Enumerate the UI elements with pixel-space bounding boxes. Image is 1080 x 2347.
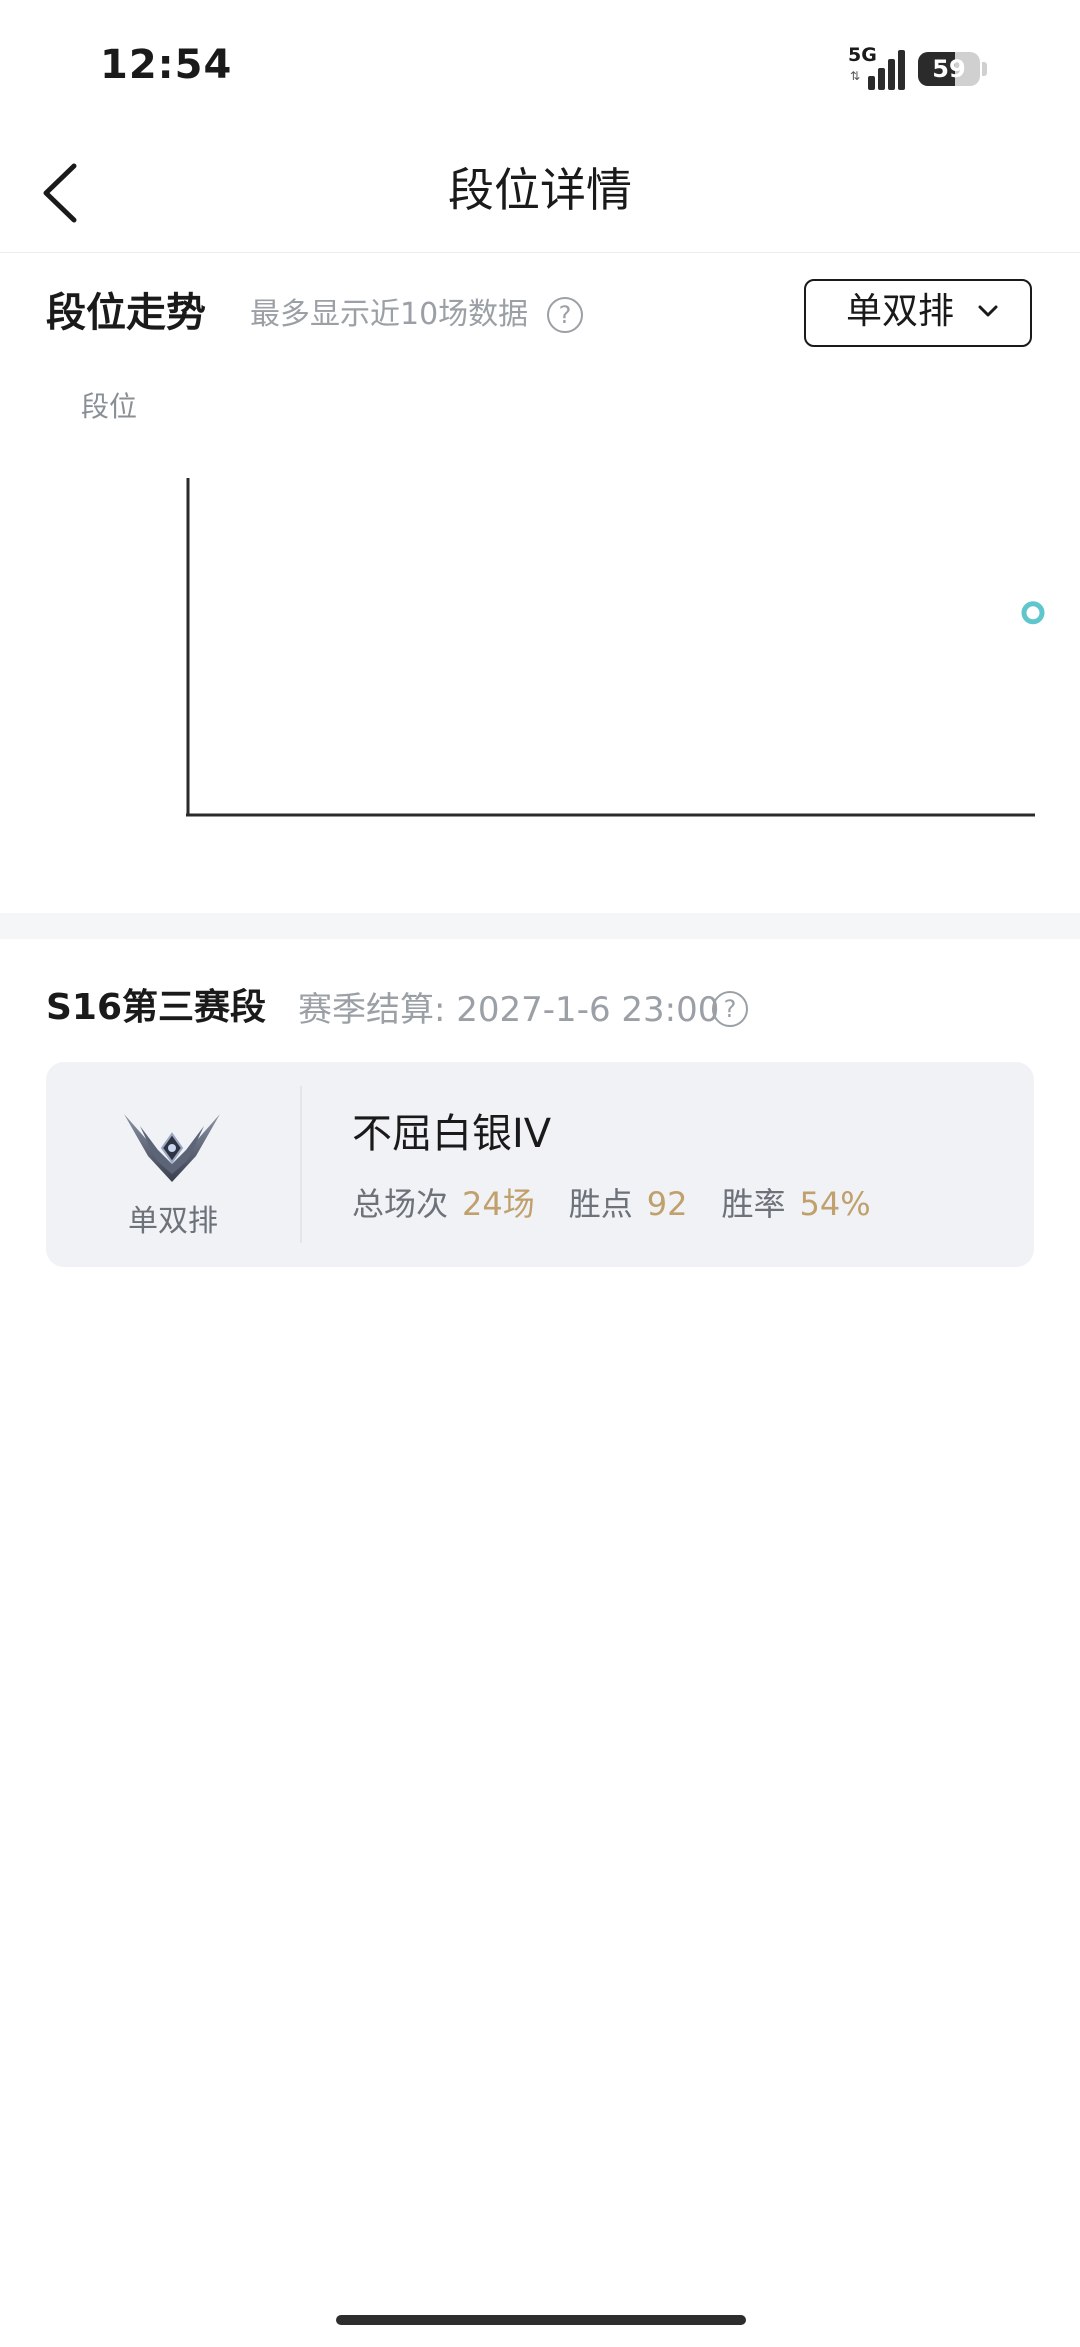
stat-total-games-label: 总场次 — [352, 1185, 449, 1223]
queue-mode-selector[interactable]: 单双排 — [804, 279, 1032, 347]
stat-winrate-label: 胜率 — [721, 1185, 786, 1223]
queue-mode-label: 单双排 — [846, 291, 955, 332]
card-divider — [300, 1086, 302, 1243]
home-indicator[interactable] — [336, 2315, 746, 2325]
signal-bars-icon — [868, 50, 905, 90]
battery-icon: 59 — [918, 52, 980, 86]
status-bar: 12:54 5G ⇅ 59 — [0, 0, 1080, 130]
signal-indicator: 5G ⇅ — [848, 46, 908, 90]
season-title: S16第三赛段 — [46, 987, 267, 1028]
stat-lp-label: 胜点 — [568, 1185, 633, 1223]
battery-level: 59 — [932, 55, 966, 83]
season-settlement: 赛季结算: 2027-1-6 23:00 — [298, 990, 720, 1030]
stat-total-games-value: 24场 — [462, 1185, 535, 1223]
stat-winrate-value: 54% — [799, 1185, 871, 1223]
rank-emblem-icon — [124, 1114, 220, 1182]
page-title: 段位详情 — [448, 163, 632, 217]
queue-label: 单双排 — [128, 1204, 218, 1239]
chart-y-label: 段位 — [81, 390, 138, 423]
rank-stats: 总场次 24场 胜点 92 胜率 54% — [352, 1182, 905, 1226]
data-arrows-icon: ⇅ — [850, 69, 861, 83]
rank-name: 不屈白银IV — [352, 1111, 552, 1157]
question-circle-icon[interactable]: ? — [547, 297, 583, 333]
rank-card[interactable]: 单双排 不屈白银IV 总场次 24场 胜点 92 胜率 54% — [46, 1062, 1034, 1267]
question-circle-icon[interactable]: ? — [712, 991, 748, 1027]
section-divider — [0, 913, 1080, 939]
chart-point[interactable] — [1021, 601, 1045, 625]
battery-nub — [982, 62, 987, 76]
chevron-down-icon — [978, 305, 998, 317]
header: 段位详情 — [0, 130, 1080, 253]
rank-trend-chart — [186, 478, 1045, 817]
stat-lp-value: 92 — [646, 1185, 688, 1223]
trend-title: 段位走势 — [46, 290, 206, 336]
status-time: 12:54 — [100, 42, 233, 88]
trend-subtitle: 最多显示近10场数据 — [250, 297, 529, 332]
